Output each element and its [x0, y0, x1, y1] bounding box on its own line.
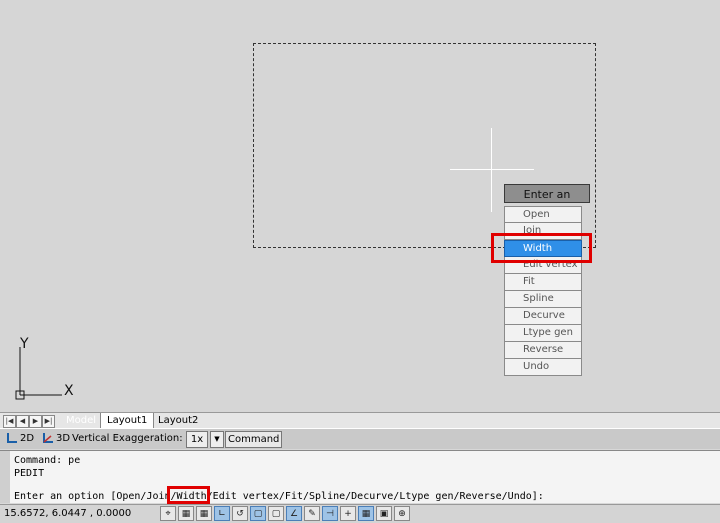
model-icon[interactable]: ⊕ — [394, 506, 410, 521]
vertical-exaggeration-label: Vertical Exaggeration: — [72, 433, 183, 444]
tab-model[interactable]: Model — [60, 413, 102, 428]
command-line-1: Command: pe — [14, 455, 81, 466]
menu-item-ltype-gen[interactable]: Ltype gen — [504, 325, 582, 342]
menu-item-open[interactable]: Open — [504, 206, 582, 223]
crosshair-vertical — [491, 128, 492, 212]
dyn-icon[interactable]: ∠ — [286, 506, 302, 521]
ducs-icon[interactable]: ▢ — [268, 506, 284, 521]
layout-tabs-bar: |◀ ◀ ▶ ▶| Model Layout1 Layout2 — [0, 412, 720, 429]
otrack-icon[interactable]: ▢ — [250, 506, 266, 521]
toolbar: 2D 3D Vertical Exaggeration: 1x ▼ Comman… — [0, 428, 720, 449]
first-tab-icon[interactable]: |◀ — [3, 415, 16, 428]
option-prompt-title: Enter an option — [504, 184, 590, 220]
status-bar: 15.6572, 6.0447 , 0.0000 ⌖ ▦ ▦ ∟ ↺ ▢ ▢ ∠… — [0, 504, 720, 523]
menu-item-decurve[interactable]: Decurve — [504, 308, 582, 325]
grid-icon[interactable]: ▦ — [178, 506, 194, 521]
last-tab-icon[interactable]: ▶| — [42, 415, 55, 428]
snap-icon[interactable]: ⌖ — [160, 506, 176, 521]
tpy-icon[interactable]: ▣ — [376, 506, 392, 521]
crosshair-horizontal — [450, 169, 534, 170]
vertical-exaggeration-select[interactable]: 1x — [186, 431, 208, 448]
menu-item-spline[interactable]: Spline — [504, 291, 582, 308]
dropdown-arrow-icon[interactable]: ▼ — [210, 431, 224, 448]
drawing-canvas[interactable]: Enter an option Open Join Width Edit ver… — [0, 0, 720, 412]
tab-layout2[interactable]: Layout2 — [152, 413, 204, 428]
button-3d[interactable]: 3D — [42, 431, 70, 446]
menu-item-fit[interactable]: Fit — [504, 274, 582, 291]
ortho-icon[interactable]: ▦ — [196, 506, 212, 521]
width-highlight-box — [491, 233, 592, 263]
menu-item-undo[interactable]: Undo — [504, 359, 582, 376]
am-icon[interactable]: ▦ — [358, 506, 374, 521]
ucs-icon: Y X — [15, 336, 74, 400]
button-2d[interactable]: 2D — [6, 431, 34, 446]
sc-icon[interactable]: + — [340, 506, 356, 521]
menu-item-reverse[interactable]: Reverse — [504, 342, 582, 359]
coordinates-readout: 15.6572, 6.0447 , 0.0000 — [4, 508, 132, 519]
status-toggles: ⌖ ▦ ▦ ∟ ↺ ▢ ▢ ∠ ✎ ⊣ + ▦ ▣ ⊕ — [160, 506, 412, 522]
2d-axis-icon — [7, 433, 17, 443]
button-2d-label: 2D — [20, 433, 35, 444]
width-command-highlight-box — [167, 486, 210, 504]
command-window-grip[interactable] — [0, 451, 10, 503]
lwt-icon[interactable]: ✎ — [304, 506, 320, 521]
qp-icon[interactable]: ⊣ — [322, 506, 338, 521]
ucs-x-label: X — [64, 383, 74, 399]
option-menu: Open Join Width Edit vertex Fit Spline D… — [504, 206, 582, 376]
command-window[interactable]: Command: pe PEDIT Enter an option [Open/… — [0, 450, 720, 503]
osnap-icon[interactable]: ↺ — [232, 506, 248, 521]
command-button[interactable]: Command — [225, 431, 283, 448]
polar-icon[interactable]: ∟ — [214, 506, 230, 521]
next-tab-icon[interactable]: ▶ — [29, 415, 42, 428]
ucs-y-label: Y — [19, 336, 29, 352]
command-line-2: PEDIT — [14, 468, 45, 479]
command-prompt[interactable]: Enter an option [Open/Join/Width/Edit ve… — [14, 491, 544, 502]
3d-axis-icon — [43, 433, 53, 443]
prev-tab-icon[interactable]: ◀ — [16, 415, 29, 428]
button-3d-label: 3D — [56, 433, 71, 444]
tab-layout1[interactable]: Layout1 — [100, 413, 155, 429]
